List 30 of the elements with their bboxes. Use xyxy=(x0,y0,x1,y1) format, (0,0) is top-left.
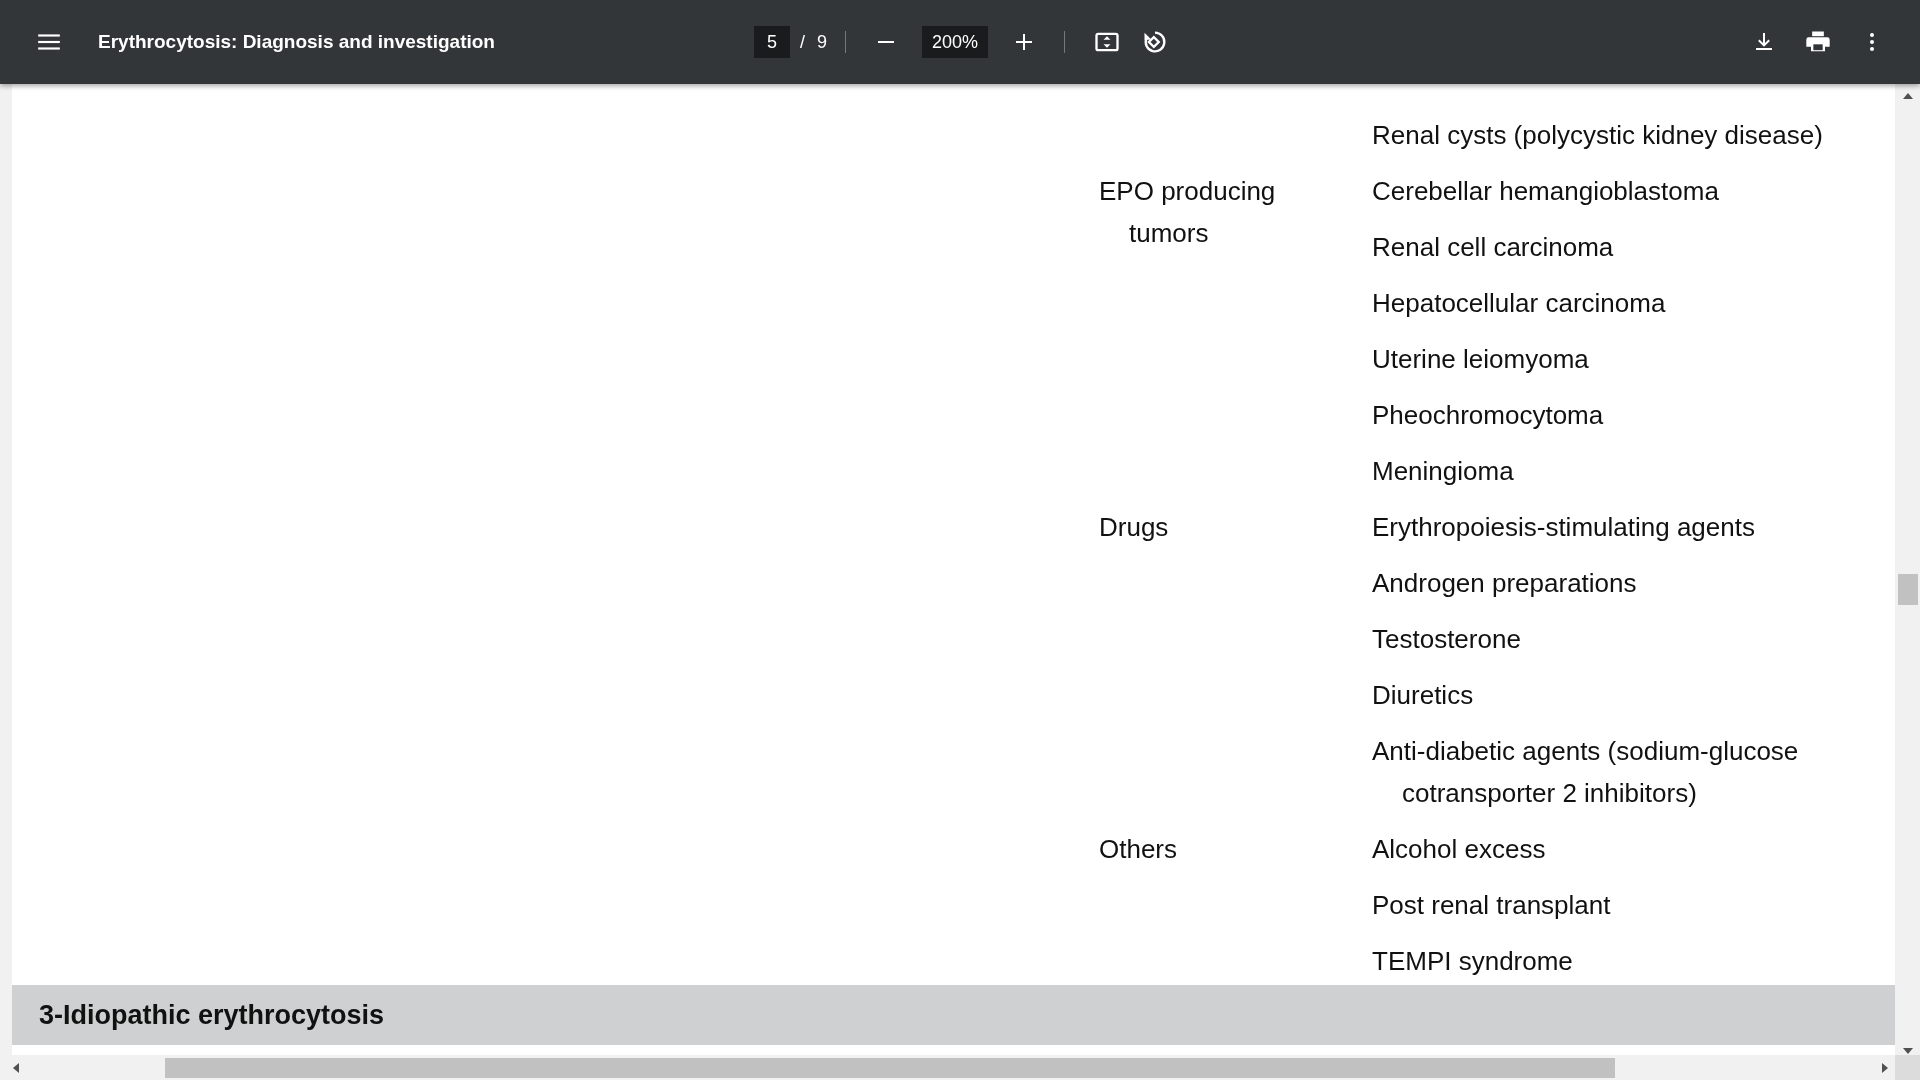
condition-label: Cerebellar hemangioblastoma xyxy=(1372,175,1720,208)
condition-label: Hepatocellular carcinoma xyxy=(1372,287,1667,320)
scroll-right-icon[interactable] xyxy=(1881,1061,1889,1074)
condition-label: Alcohol excess xyxy=(1372,833,1547,866)
category-label: Drugs xyxy=(1099,511,1170,544)
category-label: EPO producing tumors xyxy=(1099,175,1277,250)
horizontal-scrollbar-thumb[interactable] xyxy=(165,1057,1615,1078)
page-number-field[interactable]: 5 xyxy=(754,26,790,58)
condition-label: Post renal transplant xyxy=(1372,889,1612,922)
page-count: 9 xyxy=(817,31,828,53)
condition-label: Meningioma xyxy=(1372,455,1515,488)
document-title: Erythrocytosis: Diagnosis and investigation xyxy=(98,31,495,53)
scroll-left-icon[interactable] xyxy=(12,1061,20,1074)
category-label: Others xyxy=(1099,833,1179,866)
condition-label: Erythropoiesis-stimulating agents xyxy=(1372,511,1756,544)
condition-label: Uterine leiomyoma xyxy=(1372,343,1590,376)
condition-label: Pheochromocytoma xyxy=(1372,399,1605,432)
scroll-up-icon[interactable] xyxy=(1901,92,1914,100)
condition-label: TEMPI syndrome xyxy=(1372,945,1574,978)
section-heading: 3-Idiopathic erythrocytosis xyxy=(39,999,385,1031)
zoom-field[interactable]: 200% xyxy=(922,26,989,58)
condition-label: Testosterone xyxy=(1372,623,1522,656)
page-separator: / xyxy=(800,31,805,53)
vertical-scrollbar-thumb[interactable] xyxy=(1897,574,1918,605)
condition-label: Diuretics xyxy=(1372,679,1475,712)
scrollbar-corner xyxy=(1895,1055,1920,1080)
condition-label: Renal cell carcinoma xyxy=(1372,231,1615,264)
condition-label: Androgen preparations xyxy=(1372,567,1638,600)
condition-label: Renal cysts (polycystic kidney disease) xyxy=(1372,119,1824,152)
condition-label: Anti-diabetic agents (sodium-glucose cotransporter 2 inhibitors) xyxy=(1372,735,1800,810)
